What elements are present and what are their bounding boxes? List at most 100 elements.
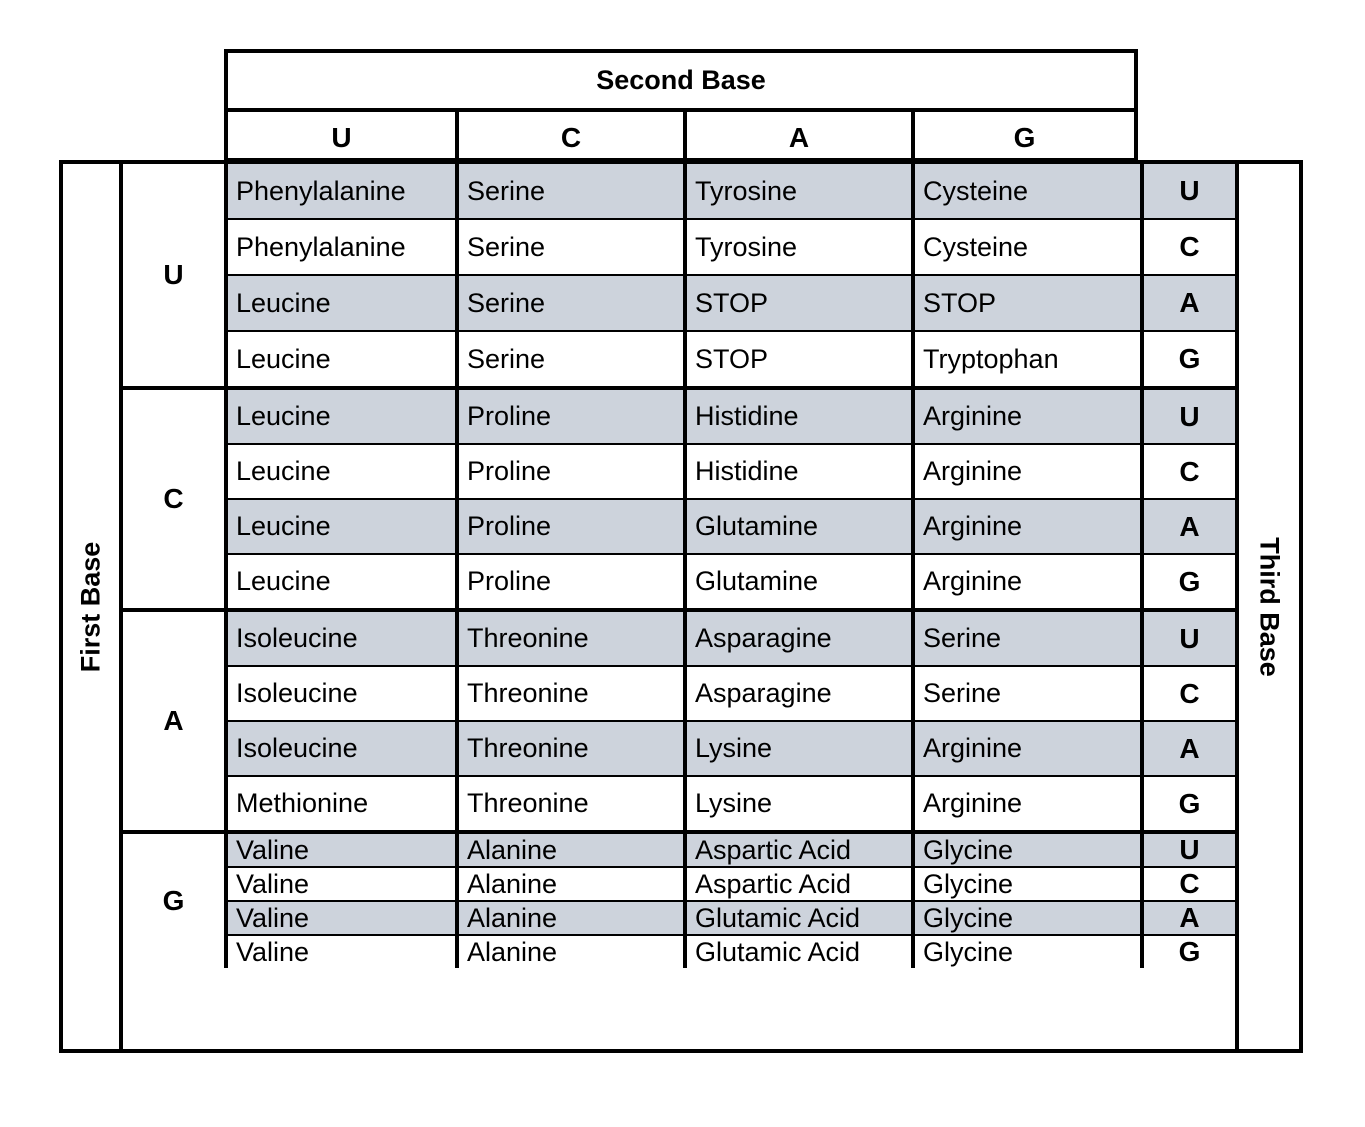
table-row: Leucine Proline Histidine Arginine U (228, 390, 1235, 443)
first-base-letter: A (123, 612, 228, 830)
amino-acid-cell: Cysteine (911, 220, 1140, 274)
table-row: Valine Alanine Glutamic Acid Glycine G (228, 934, 1235, 968)
third-base-letter: U (1140, 164, 1235, 218)
amino-acid-cell: Valine (228, 834, 455, 866)
codon-group-c: C Leucine Proline Histidine Arginine U Leucine… (123, 386, 1235, 608)
amino-acid-cell: Alanine (455, 936, 683, 968)
amino-acid-cell: Serine (455, 332, 683, 386)
amino-acid-cell: Arginine (911, 445, 1140, 498)
second-base-header: Second Base U C A G (224, 49, 1138, 162)
table-row: Valine Alanine Glutamic Acid Glycine A (228, 900, 1235, 934)
amino-acid-cell: Lysine (683, 777, 911, 830)
amino-acid-cell: Phenylalanine (228, 164, 455, 218)
amino-acid-cell: STOP (683, 332, 911, 386)
table-row: Leucine Proline Histidine Arginine C (228, 443, 1235, 498)
codon-group-u: U Phenylalanine Serine Tyrosine Cysteine U Phe… (123, 164, 1235, 386)
first-base-label-column: First Base (63, 164, 123, 1049)
amino-acid-cell: Serine (455, 276, 683, 330)
amino-acid-cell: Arginine (911, 500, 1140, 553)
third-base-letter: A (1140, 902, 1235, 934)
third-base-letter: U (1140, 834, 1235, 866)
amino-acid-cell: Isoleucine (236, 678, 358, 708)
amino-acid-cell: Proline (455, 500, 683, 553)
amino-acid-cell: Serine (911, 667, 1140, 720)
amino-acid-cell: Leucine (236, 566, 331, 596)
amino-acid-cell: Glutamine (683, 500, 911, 553)
third-base-letter: A (1140, 500, 1235, 553)
amino-acid-cell: Leucine (228, 276, 455, 330)
third-base-letter: G (1140, 555, 1235, 608)
amino-acid-cell: Asparagine (683, 667, 911, 720)
third-base-letter: G (1140, 936, 1235, 968)
table-row: Leucine Serine STOP Tryptophan G (228, 330, 1235, 386)
amino-acid-cell: Lysine (683, 722, 911, 775)
third-base-letter: G (1140, 332, 1235, 386)
second-base-column-a: A (683, 112, 911, 158)
amino-acid-cell: Leucine (236, 456, 331, 486)
amino-acid-cell: Cysteine (911, 164, 1140, 218)
amino-acid-cell: Glutamic Acid (683, 936, 911, 968)
table-row: Leucine Serine STOP STOP A (228, 274, 1235, 330)
amino-acid-cell: Valine (228, 902, 455, 934)
first-base-letter: C (123, 390, 228, 608)
third-base-letter: A (1140, 722, 1235, 775)
amino-acid-cell: Glycine (911, 834, 1140, 866)
second-base-columns: U C A G (228, 112, 1134, 158)
table-row: Valine Alanine Aspartic Acid Glycine C (228, 866, 1235, 900)
amino-acid-cell: Arginine (911, 722, 1140, 775)
amino-acid-cell: Leucine (228, 500, 455, 553)
first-base-letter: G (123, 834, 228, 968)
second-base-column-u: U (331, 122, 352, 153)
third-base-letter: C (1140, 868, 1235, 900)
amino-acid-cell: Glycine (911, 936, 1140, 968)
amino-acid-cell: Alanine (455, 902, 683, 934)
amino-acid-cell: Threonine (455, 722, 683, 775)
third-base-letter: C (1140, 445, 1235, 498)
table-row: Isoleucine Threonine Asparagine Serine C (228, 665, 1235, 720)
amino-acid-cell: Histidine (683, 445, 911, 498)
codon-group-a: A Isoleucine Threonine Asparagine Serine U Iso… (123, 608, 1235, 830)
amino-acid-cell: Histidine (683, 390, 911, 443)
table-row: Phenylalanine Serine Tyrosine Cysteine C (228, 218, 1235, 274)
first-base-letter: U (123, 164, 228, 386)
amino-acid-cell: Proline (455, 390, 683, 443)
third-base-letter: U (1140, 390, 1235, 443)
amino-acid-cell: STOP (683, 276, 911, 330)
amino-acid-cell: Arginine (911, 777, 1140, 830)
amino-acid-cell: Alanine (455, 868, 683, 900)
amino-acid-cell: Methionine (236, 788, 369, 818)
amino-acid-cell: Tyrosine (683, 220, 911, 274)
amino-acid-cell: Serine (911, 612, 1140, 665)
amino-acid-cell: Leucine (228, 390, 455, 443)
amino-acid-cell: Serine (455, 164, 683, 218)
amino-acid-cell: STOP (911, 276, 1140, 330)
amino-acid-cell: Threonine (455, 667, 683, 720)
third-base-letter: U (1140, 612, 1235, 665)
amino-acid-cell: Isoleucine (228, 722, 455, 775)
amino-acid-cell: Glycine (911, 868, 1140, 900)
amino-acid-cell: Arginine (911, 555, 1140, 608)
third-base-letter: A (1140, 276, 1235, 330)
table-row: Isoleucine Threonine Lysine Arginine A (228, 720, 1235, 775)
amino-acid-cell: Glutamic Acid (683, 902, 911, 934)
amino-acid-cell: Asparagine (683, 612, 911, 665)
codon-groups: U Phenylalanine Serine Tyrosine Cysteine U Phe… (123, 164, 1235, 1049)
amino-acid-cell: Proline (455, 555, 683, 608)
amino-acid-cell: Glutamine (683, 555, 911, 608)
table-row: Leucine Proline Glutamine Arginine G (228, 553, 1235, 608)
first-base-title: First Base (75, 541, 106, 672)
table-row: Phenylalanine Serine Tyrosine Cysteine U (228, 164, 1235, 218)
codon-group-g: G Valine Alanine Aspartic Acid Glycine U Valin… (123, 830, 1235, 968)
third-base-letter: C (1140, 220, 1235, 274)
amino-acid-cell: Leucine (236, 343, 331, 374)
amino-acid-cell: Serine (455, 220, 683, 274)
table-row: Valine Alanine Aspartic Acid Glycine U (228, 834, 1235, 866)
amino-acid-cell: Tryptophan (911, 332, 1140, 386)
codon-rows: Valine Alanine Aspartic Acid Glycine U Valine… (228, 834, 1235, 968)
third-base-letter: G (1140, 777, 1235, 830)
third-base-letter: C (1140, 667, 1235, 720)
amino-acid-cell: Aspartic Acid (683, 868, 911, 900)
amino-acid-cell: Aspartic Acid (683, 834, 911, 866)
table-row: Methionine Threonine Lysine Arginine G (228, 775, 1235, 830)
second-base-title: Second Base (228, 53, 1134, 112)
